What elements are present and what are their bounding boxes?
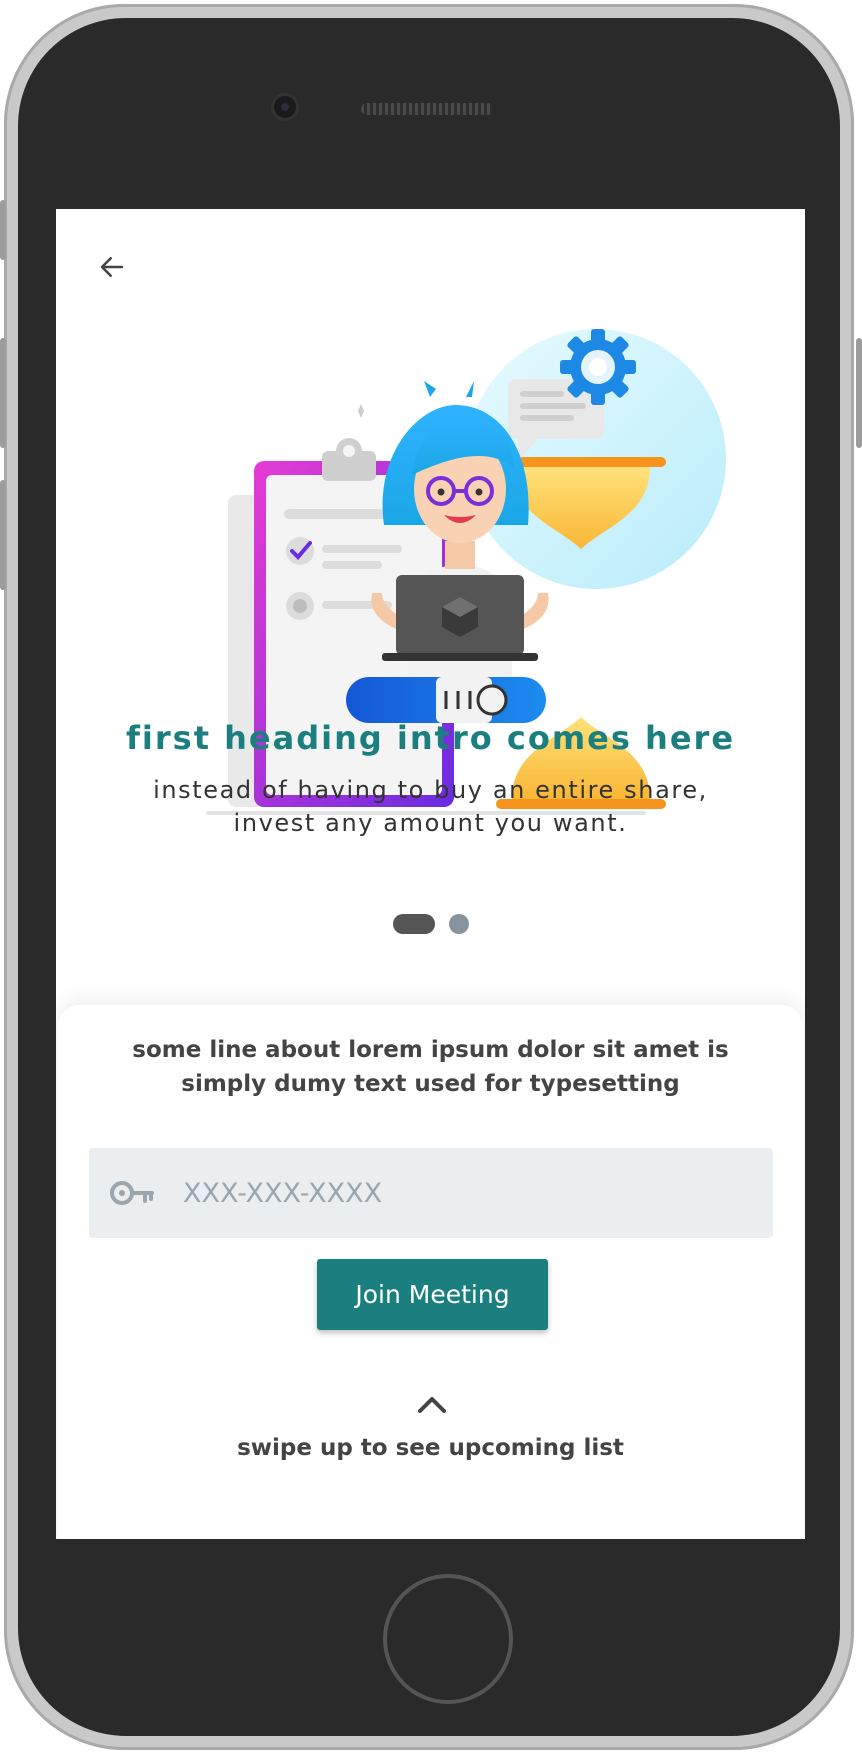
chevron-up-icon [418,1397,446,1413]
home-button[interactable] [383,1574,513,1704]
page-dot-active[interactable] [392,914,435,934]
phone-side-button [0,338,6,448]
swipe-hint: swipe up to see upcoming list [237,1435,624,1461]
phone-side-button [856,338,862,448]
join-meeting-button[interactable]: Join Meeting [317,1259,548,1330]
page-dot[interactable] [448,914,469,934]
meeting-code-field[interactable] [89,1148,773,1238]
earpiece-speaker [361,103,493,115]
back-button[interactable] [92,247,132,287]
intro-heading: first heading intro comes here [125,719,736,757]
key-icon [109,1177,159,1209]
join-meeting-sheet: some line about lorem ipsum dolor sit am… [58,1005,803,1539]
intro-subtitle: instead of having to buy an entire share… [153,776,708,837]
app-screen: first heading intro comes here instead o… [56,209,805,1539]
meeting-code-input[interactable] [181,1176,745,1210]
swipe-up-handle[interactable] [412,1390,452,1420]
front-camera [274,96,296,118]
phone-side-button [0,480,6,590]
join-description: some line about lorem ipsum dolor sit am… [132,1037,729,1097]
page-indicator [56,914,805,934]
arrow-left-icon [100,257,124,277]
phone-side-button [0,200,6,260]
